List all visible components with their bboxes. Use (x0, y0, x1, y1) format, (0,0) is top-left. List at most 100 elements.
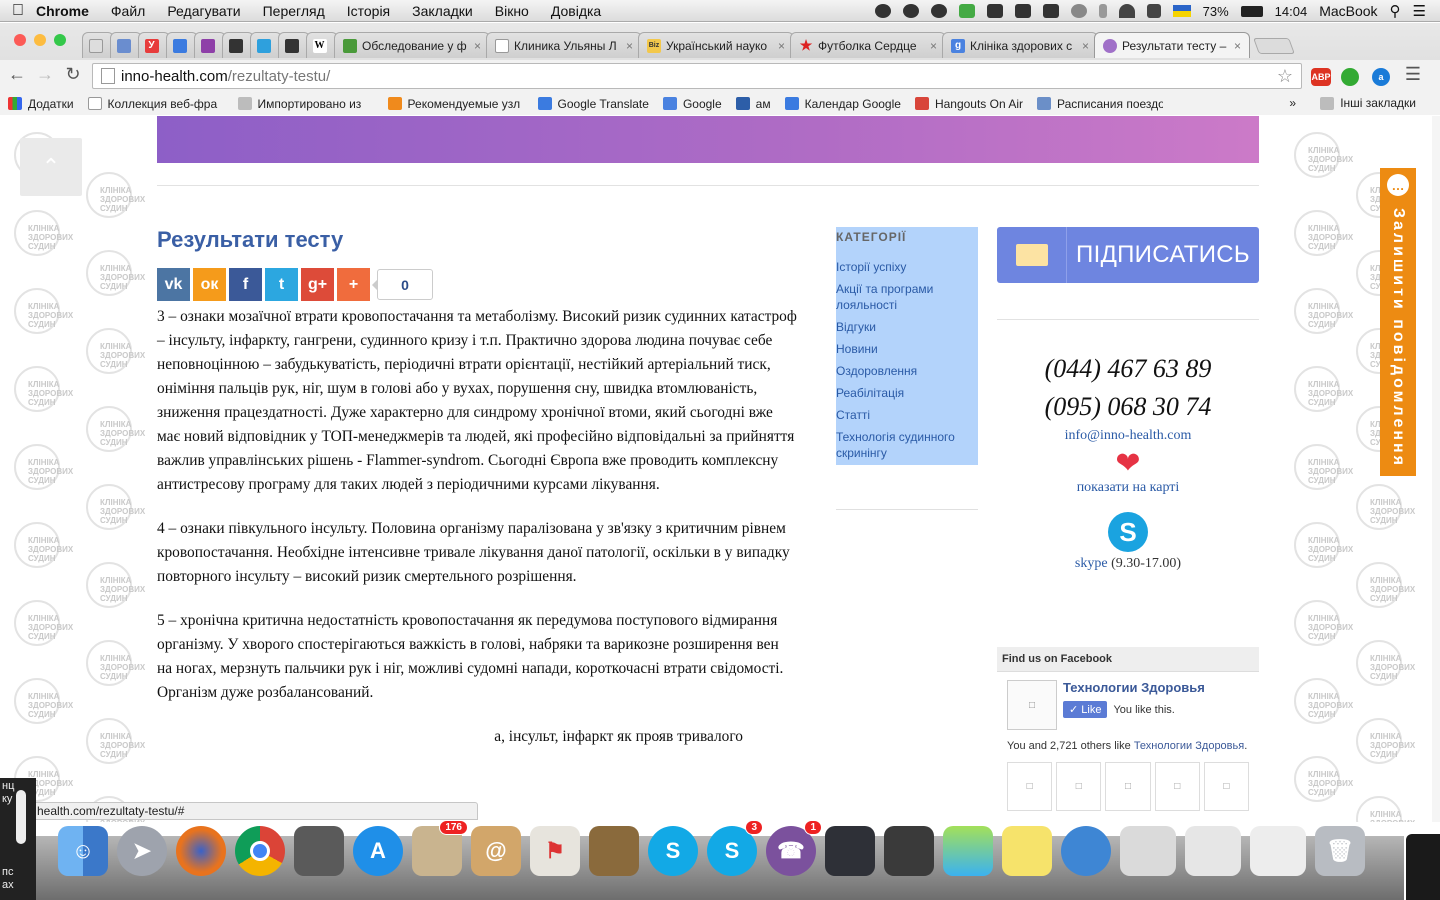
bookmark-apps[interactable]: Додатки (8, 97, 74, 111)
contacts-icon[interactable]: @ (471, 826, 521, 876)
more-share-button[interactable]: + (337, 268, 370, 301)
google-plus-share-button[interactable]: g+ (301, 268, 334, 301)
notes-icon[interactable] (589, 826, 639, 876)
phone-number-2[interactable]: (095) 068 30 74 (997, 388, 1259, 426)
page-scrollbar[interactable] (1432, 116, 1440, 822)
skype-dock-icon-2[interactable]: S3 (707, 820, 763, 876)
like-button[interactable]: ✓ Like (1063, 701, 1108, 718)
wifi-icon[interactable] (1118, 4, 1135, 18)
tab-active[interactable]: Результати тесту – × (1094, 32, 1250, 58)
leave-message-tab[interactable]: … Залишити повідомлення (1380, 168, 1416, 476)
friend-avatar[interactable]: □ (1203, 762, 1250, 811)
vk-share-button[interactable]: vk (157, 268, 190, 301)
sync-app-icon[interactable] (1061, 826, 1111, 876)
menu-history[interactable]: Історія (347, 3, 390, 19)
chrome-icon[interactable] (235, 826, 285, 876)
apple-menu-icon[interactable]:  (0, 2, 36, 20)
chrome-menu-icon[interactable]: ☰ (1402, 64, 1424, 85)
new-tab-button[interactable] (1253, 38, 1295, 54)
category-link[interactable]: Статті (836, 405, 978, 427)
menu-bookmarks[interactable]: Закладки (412, 3, 473, 19)
computer-name[interactable]: MacBook (1319, 3, 1377, 19)
menu-edit[interactable]: Редагувати (167, 3, 240, 19)
category-link[interactable]: Відгуки (836, 317, 978, 339)
category-link[interactable]: Історії успіху (836, 257, 978, 279)
skype-dock-icon[interactable]: S (648, 826, 698, 876)
close-tab-icon[interactable]: × (1082, 39, 1089, 53)
close-tab-icon[interactable]: × (778, 39, 785, 53)
category-link[interactable]: Акції та програми лояльності (836, 279, 978, 317)
app-menu-chrome[interactable]: Chrome (36, 3, 89, 19)
bookmark-hangouts[interactable]: Hangouts On Air (914, 97, 1023, 111)
menu-file[interactable]: Файл (111, 3, 145, 19)
ok-share-button[interactable]: ок (193, 268, 226, 301)
category-link[interactable]: Оздоровлення (836, 361, 978, 383)
friend-avatar[interactable]: □ (1056, 762, 1102, 811)
extension-a-icon[interactable]: a (1372, 68, 1390, 86)
trash-icon[interactable]: 🗑 (1315, 826, 1365, 876)
ukraine-flag-icon[interactable] (1172, 5, 1191, 17)
tab-2[interactable]: Клиника Ульяны Л × (486, 32, 642, 58)
warning-icon[interactable] (874, 4, 891, 18)
facebook-page-name[interactable]: Технологии Здоровья (1063, 680, 1205, 695)
app-store-icon[interactable]: A (353, 826, 403, 876)
friend-avatar[interactable]: □ (1105, 762, 1151, 811)
time-machine-icon[interactable] (1070, 4, 1087, 18)
scroll-to-top-button[interactable]: ⌃ (20, 138, 82, 196)
spotlight-icon[interactable]: ⚲ (1390, 2, 1401, 20)
battery-percent[interactable]: 73% (1203, 4, 1229, 19)
page-info-icon[interactable] (101, 68, 115, 84)
bookmark-schedules[interactable]: Расписания поездо (1037, 97, 1163, 111)
triangle-app-icon[interactable] (943, 826, 993, 876)
minimized-window-1[interactable] (1120, 826, 1176, 876)
bookmark-am[interactable]: ам (735, 97, 771, 111)
reload-icon[interactable]: ↻ (62, 64, 84, 85)
category-link[interactable]: Новини (836, 339, 978, 361)
bookmark-google[interactable]: Google (662, 97, 722, 111)
bookmark-folder[interactable]: Коллекция веб-фра (87, 97, 224, 111)
mail-icon[interactable]: 176 (412, 820, 468, 876)
close-window-button[interactable] (14, 34, 26, 46)
viber-status-icon[interactable] (930, 4, 947, 18)
page-avatar-image[interactable]: □ (1007, 680, 1057, 730)
close-tab-icon[interactable]: × (1234, 39, 1241, 53)
maps-icon[interactable]: ⚑ (530, 826, 580, 876)
evernote-icon[interactable] (986, 4, 1003, 18)
twitter-share-button[interactable]: t (265, 268, 298, 301)
volume-icon[interactable] (1146, 4, 1161, 18)
tab-3[interactable]: Biz Український науко × (638, 32, 794, 58)
minimize-window-button[interactable] (34, 34, 46, 46)
back-arrow-icon[interactable]: ← (6, 64, 28, 85)
minimized-window-2[interactable] (1185, 826, 1241, 876)
adblock-icon[interactable]: ABP (1311, 68, 1331, 86)
tab-1[interactable]: Обследование у ф × (334, 32, 490, 58)
camera-icon[interactable] (1014, 4, 1031, 18)
chat-icon[interactable] (902, 4, 919, 18)
bookmark-calendar[interactable]: Календар Google (784, 97, 901, 111)
viber-icon[interactable]: ☎ 1 (766, 820, 822, 876)
bluetooth-icon[interactable] (1098, 4, 1107, 18)
close-tab-icon[interactable]: × (626, 39, 633, 53)
close-tab-icon[interactable]: × (474, 39, 481, 53)
notification-center-icon[interactable]: ☰ (1413, 2, 1426, 20)
tools-icon[interactable] (1042, 4, 1059, 18)
tab-5[interactable]: g Клініка здорових с × (942, 32, 1098, 58)
photo-slideshow-icon[interactable] (294, 826, 344, 876)
other-bookmarks[interactable]: Інші закладки (1320, 96, 1416, 110)
category-link[interactable]: Реабілітація (836, 383, 978, 405)
category-link[interactable]: Технологія судинного скринінгу (836, 427, 978, 465)
launchpad-icon[interactable]: ➤ (117, 826, 167, 876)
menu-view[interactable]: Перегляд (263, 3, 325, 19)
facetime-icon[interactable] (825, 826, 875, 876)
email-link[interactable]: info@inno-health.com (997, 428, 1259, 444)
minimized-window-3[interactable] (1250, 826, 1306, 876)
phone-number-1[interactable]: (044) 467 63 89 (997, 350, 1259, 388)
download-icon[interactable] (958, 4, 975, 18)
friend-avatar[interactable]: □ (1154, 762, 1200, 811)
zoom-window-button[interactable] (54, 34, 66, 46)
friend-avatar[interactable]: □ (1007, 762, 1053, 811)
tab-4[interactable]: ★ Футболка Сердце × (790, 32, 946, 58)
extension-green-icon[interactable] (1341, 68, 1359, 86)
page-link[interactable]: Технологии Здоровья (1134, 740, 1244, 752)
bookmark-star-icon[interactable]: ☆ (1277, 66, 1293, 87)
